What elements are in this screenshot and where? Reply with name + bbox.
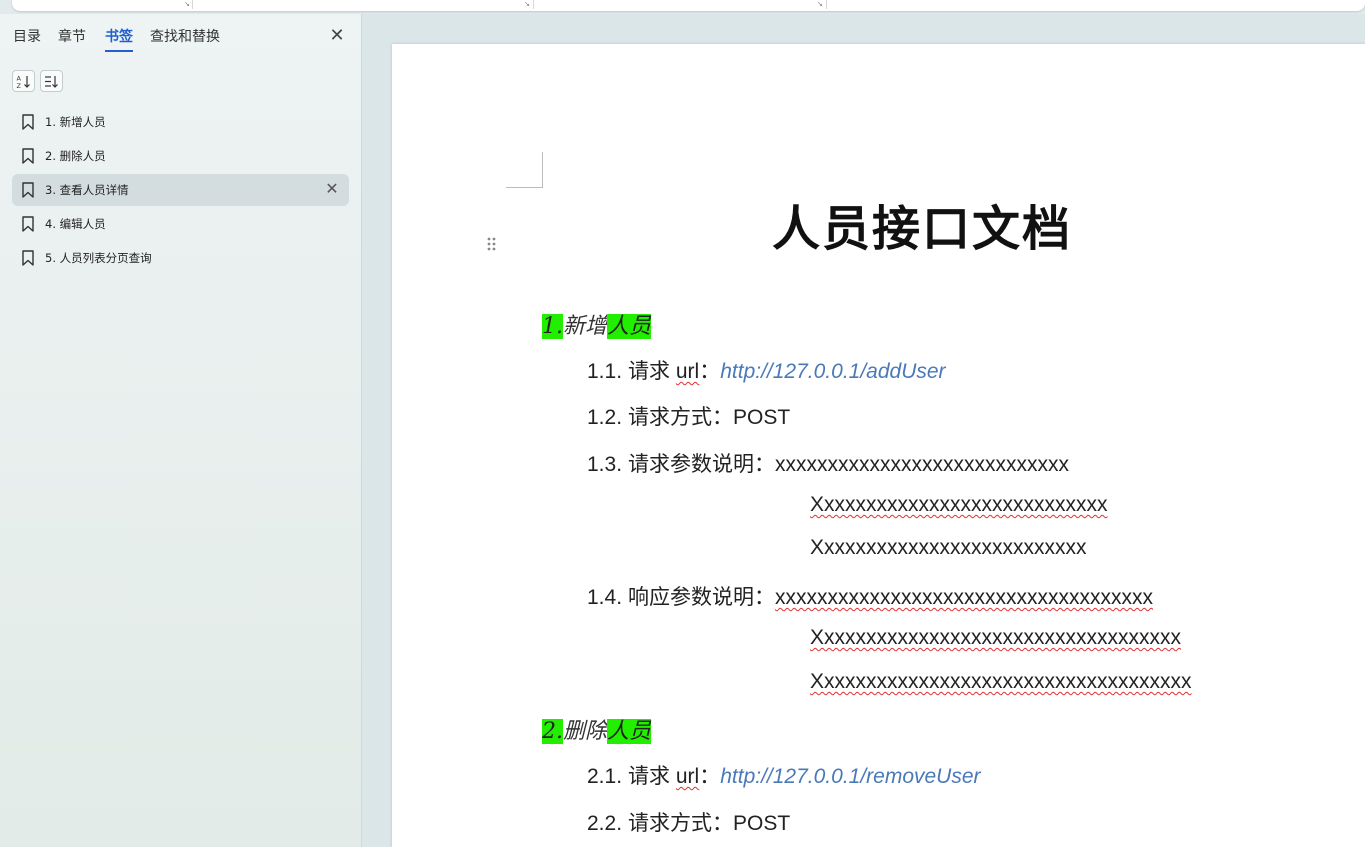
group-launcher-icon[interactable]: ↘ xyxy=(817,0,823,9)
section-name: 删除 xyxy=(563,719,608,744)
bookmark-item[interactable]: 4. 编辑人员 xyxy=(12,208,349,240)
item-label: 请求参数说明： xyxy=(628,453,776,476)
document-area[interactable]: 人员接口文档 1.新增人员 1.1. 请求 url：http://127.0.0.… xyxy=(363,14,1365,847)
item-label: 请求方式： xyxy=(628,812,734,835)
item-label: 请求方式： xyxy=(628,406,734,429)
list-item: 1.3. 请求参数说明：xxxxxxxxxxxxxxxxxxxxxxxxxxxx xyxy=(587,448,1069,478)
bookmark-label: 2. 删除人员 xyxy=(45,149,106,163)
item-number: 1.1. xyxy=(587,360,623,383)
item-number: 2.1. xyxy=(587,765,623,788)
continuation-line: Xxxxxxxxxxxxxxxxxxxxxxxxxxxx xyxy=(810,493,1108,517)
sort-az-button[interactable]: A Z xyxy=(12,70,35,92)
item-label: 请求 xyxy=(628,360,671,383)
item-key: url xyxy=(675,765,700,788)
item-number: 2.2. xyxy=(587,812,623,835)
section-heading: 2.删除人员 xyxy=(542,713,652,745)
item-number: 1.4. xyxy=(587,586,623,609)
ribbon-divider xyxy=(533,0,534,9)
item-number: 1.2. xyxy=(587,406,623,429)
item-url-link[interactable]: http://127.0.0.1/removeUser xyxy=(720,765,980,788)
document-page[interactable]: 人员接口文档 1.新增人员 1.1. 请求 url：http://127.0.0.… xyxy=(392,44,1365,847)
document-title: 人员接口文档 xyxy=(771,201,1072,257)
group-launcher-icon[interactable]: ↘ xyxy=(524,0,530,9)
bookmark-icon xyxy=(22,114,34,130)
item-url-link[interactable]: http://127.0.0.1/addUser xyxy=(720,360,945,383)
close-panel-icon[interactable]: ✕ xyxy=(327,26,347,46)
navigation-panel: 目录 章节 书签 查找和替换 ✕ A Z 1. 新增人员 2. 删除人员 3. … xyxy=(0,14,362,847)
svg-text:Z: Z xyxy=(17,82,22,89)
tab-find-replace[interactable]: 查找和替换 xyxy=(150,28,220,50)
bookmark-item[interactable]: 2. 删除人员 xyxy=(12,140,349,172)
section-heading: 1.新增人员 xyxy=(542,308,652,340)
bookmark-list: 1. 新增人员 2. 删除人员 3. 查看人员详情 ✕ 4. 编辑人员 5. 人… xyxy=(12,106,349,276)
item-number: 1.3. xyxy=(587,453,623,476)
continuation-text: Xxxxxxxxxxxxxxxxxxxxxxxxxxxxxxxxxxxx xyxy=(810,670,1192,693)
bookmark-icon xyxy=(22,148,34,164)
bookmark-item[interactable]: 5. 人员列表分页查询 xyxy=(12,242,349,274)
continuation-text: Xxxxxxxxxxxxxxxxxxxxxxxxxxxxxxxxxxx xyxy=(810,626,1182,649)
margin-mark xyxy=(542,152,543,188)
item-key: url xyxy=(675,360,700,383)
continuation-line: Xxxxxxxxxxxxxxxxxxxxxxxxxxxxxxxxxxx xyxy=(810,626,1181,650)
bookmark-icon xyxy=(22,216,34,232)
continuation-text: Xxxxxxxxxxxxxxxxxxxxxxxxxxxx xyxy=(810,493,1108,516)
remove-bookmark-icon[interactable]: ✕ xyxy=(323,180,341,198)
ribbon-divider xyxy=(192,0,193,9)
ribbon-edge: ↘ ↘ ↘ xyxy=(12,0,1365,11)
bookmark-label: 3. 查看人员详情 xyxy=(45,183,129,197)
list-item: 1.1. 请求 url：http://127.0.0.1/addUser xyxy=(587,355,946,385)
list-item: 2.1. 请求 url：http://127.0.0.1/removeUser xyxy=(587,760,981,790)
item-separator: ： xyxy=(699,360,721,383)
continuation-line: Xxxxxxxxxxxxxxxxxxxxxxxxxxxxxxxxxxxx xyxy=(810,670,1192,694)
section-name-highlight: 人员 xyxy=(607,314,652,339)
section-name: 新增 xyxy=(563,314,608,339)
bookmark-label: 1. 新增人员 xyxy=(45,115,106,129)
item-label: 响应参数说明： xyxy=(628,586,776,609)
group-launcher-icon[interactable]: ↘ xyxy=(184,0,190,9)
bookmark-label: 5. 人员列表分页查询 xyxy=(45,251,152,265)
sort-position-icon xyxy=(45,75,58,88)
sort-position-button[interactable] xyxy=(40,70,63,92)
bookmark-item-selected[interactable]: 3. 查看人员详情 ✕ xyxy=(12,174,349,206)
bookmark-icon xyxy=(22,250,34,266)
tab-chapters[interactable]: 章节 xyxy=(58,28,86,50)
section-number: 1. xyxy=(542,314,563,339)
bookmark-icon xyxy=(22,182,34,198)
continuation-text: Xxxxxxxxxxxxxxxxxxxxxxxxxx xyxy=(810,536,1087,559)
item-label: 请求 xyxy=(628,765,671,788)
section-number: 2. xyxy=(542,719,563,744)
item-value: xxxxxxxxxxxxxxxxxxxxxxxxxxxx xyxy=(775,453,1070,476)
list-item: 1.4. 响应参数说明：xxxxxxxxxxxxxxxxxxxxxxxxxxxxx… xyxy=(587,581,1153,611)
item-value: POST xyxy=(733,812,791,835)
tab-toc[interactable]: 目录 xyxy=(13,28,41,50)
sort-az-icon: A Z xyxy=(17,74,30,89)
tab-bookmarks[interactable]: 书签 xyxy=(105,28,133,52)
section-name-highlight: 人员 xyxy=(607,719,652,744)
nav-tabs: 目录 章节 书签 查找和替换 xyxy=(0,28,362,58)
bookmark-item[interactable]: 1. 新增人员 xyxy=(12,106,349,138)
list-item: 1.2. 请求方式：POST xyxy=(587,401,790,431)
continuation-line: Xxxxxxxxxxxxxxxxxxxxxxxxxx xyxy=(810,536,1087,560)
margin-mark xyxy=(506,187,543,188)
item-value: xxxxxxxxxxxxxxxxxxxxxxxxxxxxxxxxxxxx xyxy=(775,586,1154,609)
item-value: POST xyxy=(733,406,791,429)
item-separator: ： xyxy=(699,765,721,788)
ribbon-divider xyxy=(826,0,827,9)
list-item: 2.2. 请求方式：POST xyxy=(587,807,790,837)
bookmark-label: 4. 编辑人员 xyxy=(45,217,106,231)
